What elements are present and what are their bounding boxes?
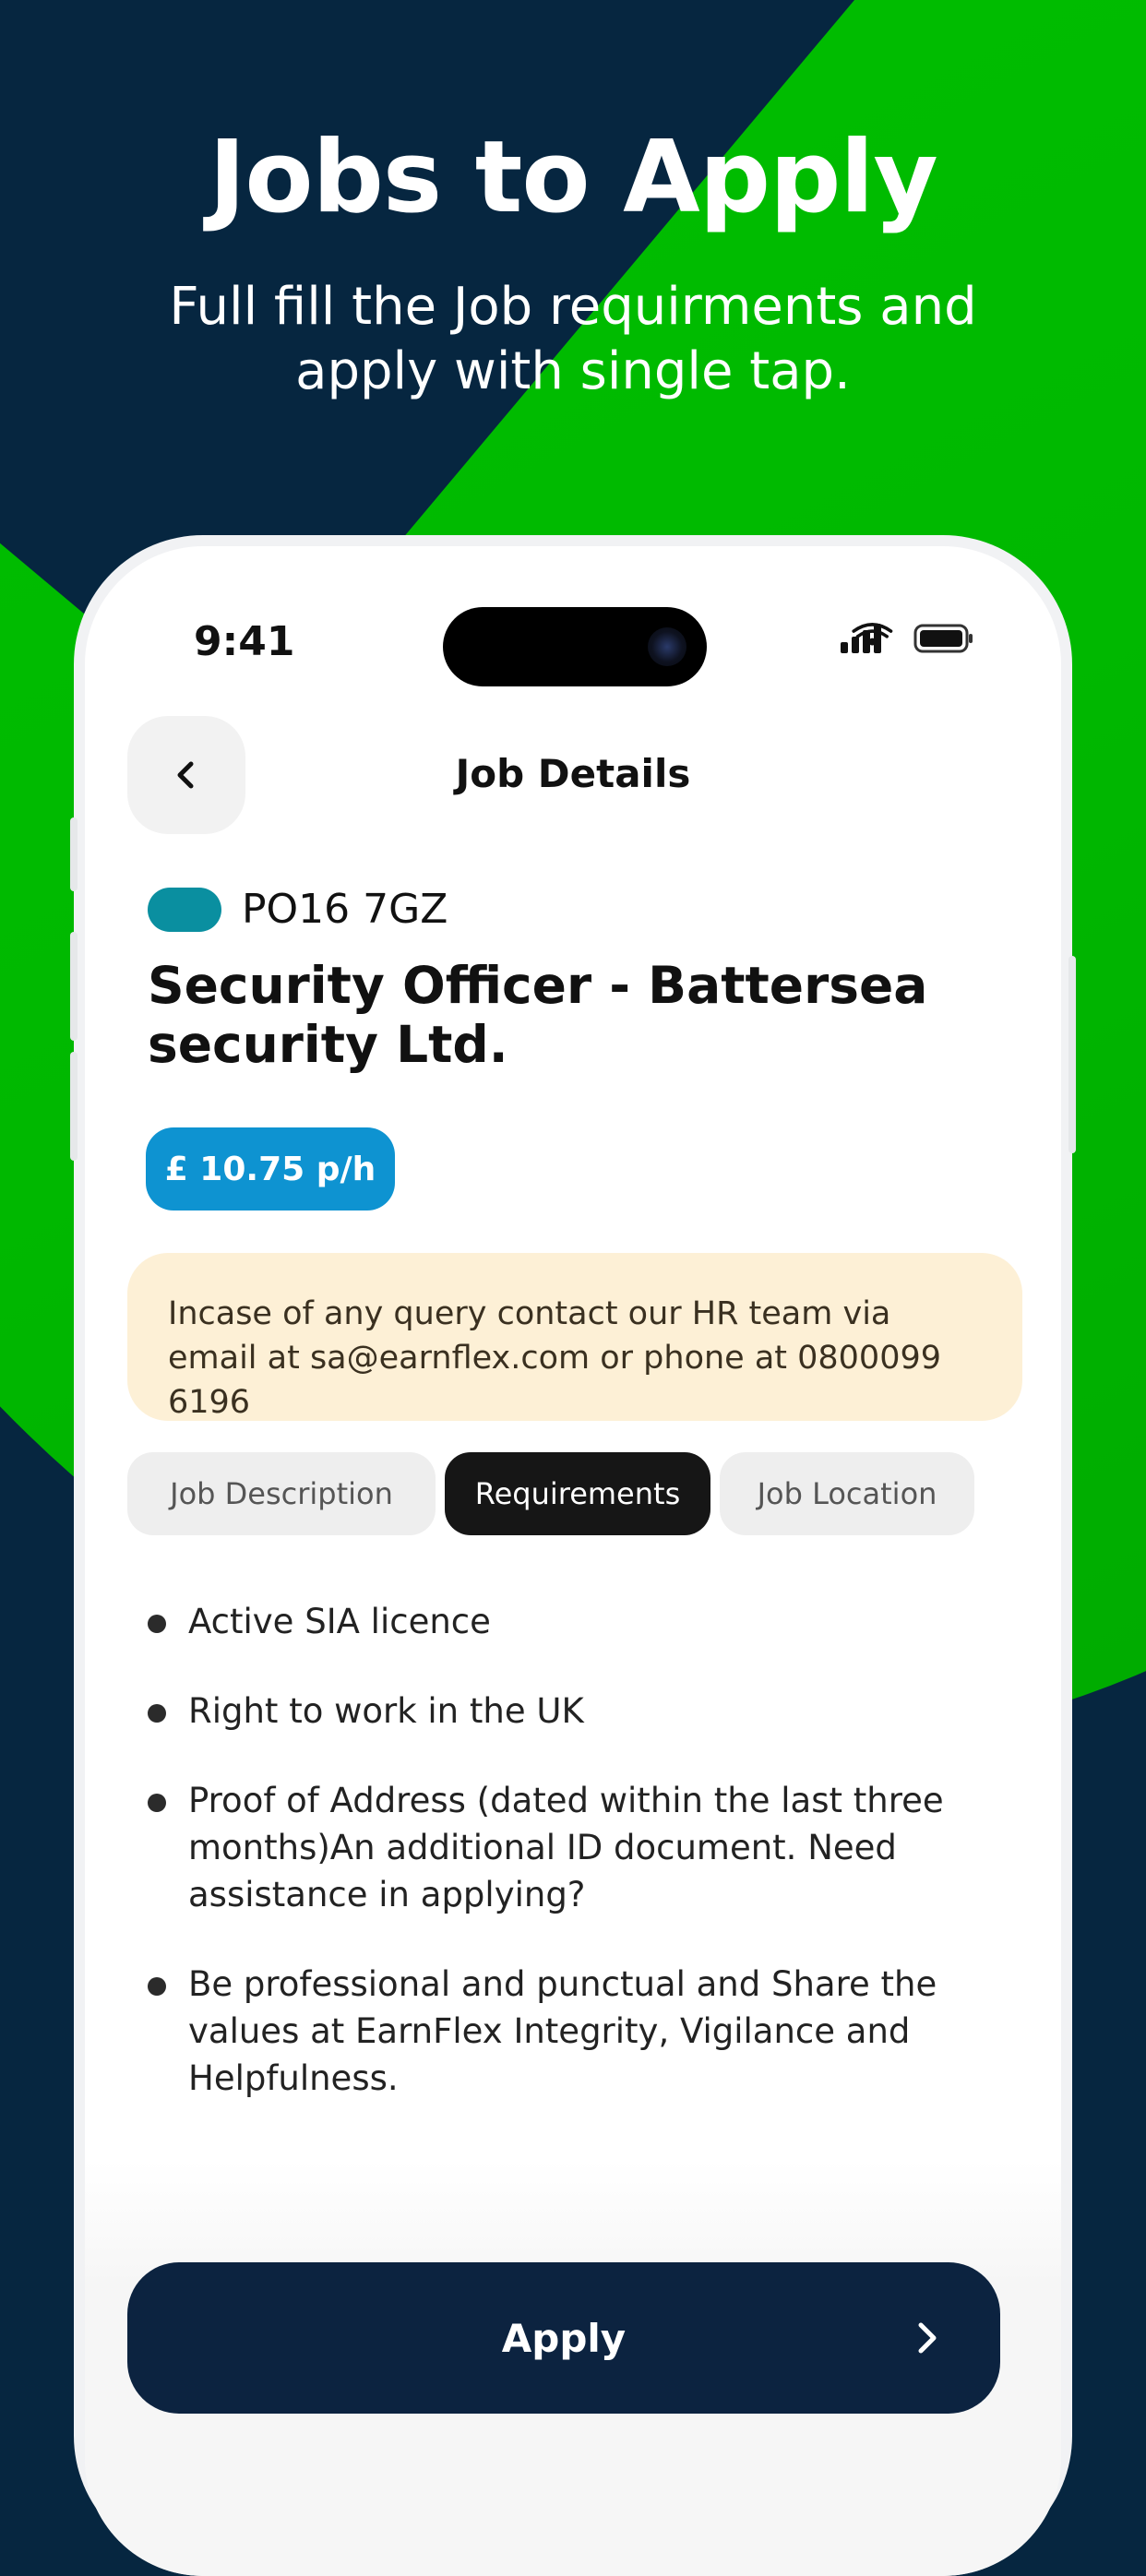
promo-subline: Full fill the Job requirments and apply … [169, 277, 977, 401]
tab-requirements[interactable]: Requirements [445, 1452, 710, 1535]
postcode-pill [148, 887, 221, 932]
requirement-text: Proof of Address (dated within the last … [188, 1781, 944, 1914]
bullet-icon [148, 1977, 166, 1996]
list-item: Be professional and punctual and Share t… [148, 1961, 997, 2102]
bullet-icon [148, 1794, 166, 1812]
camera-icon [648, 627, 686, 666]
requirement-text: Be professional and punctual and Share t… [188, 1964, 937, 2098]
chevron-right-icon [918, 2322, 937, 2354]
phone-side-button [70, 932, 78, 1041]
tab-job-location[interactable]: Job Location [720, 1452, 974, 1535]
status-time: 9:41 [194, 618, 295, 665]
dynamic-island [443, 607, 707, 686]
list-item: Proof of Address (dated within the last … [148, 1777, 997, 1918]
wifi-icon [852, 623, 893, 646]
apply-button-label: Apply [501, 2315, 627, 2361]
list-item: Right to work in the UK [148, 1688, 997, 1735]
status-icons [753, 620, 974, 657]
apply-button[interactable]: Apply [127, 2262, 1000, 2414]
bullet-icon [148, 1704, 166, 1723]
promo-headline: Jobs to Apply [209, 120, 938, 235]
phone-side-button [70, 817, 78, 891]
status-indicators [841, 623, 973, 653]
requirement-text: Active SIA licence [188, 1602, 491, 1641]
battery-icon [913, 624, 973, 653]
pay-rate-badge: £ 10.75 p/h [146, 1127, 395, 1210]
phone-side-button [70, 1052, 78, 1161]
phone-screen: 9:41 Job Details PO16 7GZ Security Offic… [85, 546, 1061, 2576]
requirements-list: Active SIA licence Right to work in the … [148, 1598, 997, 2144]
postcode-row: PO16 7GZ [148, 886, 448, 933]
hr-contact-notice: Incase of any query contact our HR team … [127, 1253, 1022, 1421]
phone-side-button [1068, 956, 1076, 1153]
bullet-icon [148, 1615, 166, 1633]
tab-job-description[interactable]: Job Description [127, 1452, 436, 1535]
requirement-text: Right to work in the UK [188, 1691, 584, 1731]
job-title: Security Officer - Battersea security Lt… [148, 956, 928, 1074]
list-item: Active SIA licence [148, 1598, 997, 1645]
page-title: Job Details [455, 751, 691, 796]
postcode: PO16 7GZ [242, 886, 448, 933]
